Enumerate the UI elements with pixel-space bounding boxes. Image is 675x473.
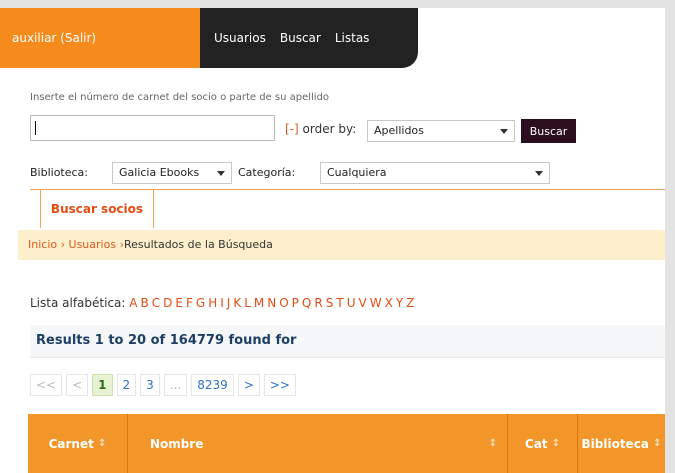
alphabet-letter-z[interactable]: Z bbox=[406, 296, 414, 310]
breadcrumb-inicio[interactable]: Inicio bbox=[28, 238, 57, 251]
biblioteca-select[interactable]: Galicia Ebooks bbox=[112, 162, 232, 184]
breadcrumb-current: Resultados de la Búsqueda bbox=[123, 238, 273, 251]
search-hint: Inserte el número de carnet del socio o … bbox=[30, 92, 330, 103]
alphabet-letter-r[interactable]: R bbox=[314, 296, 322, 310]
column-label: Nombre bbox=[150, 436, 204, 451]
order-by-label: order by: bbox=[302, 122, 357, 136]
chevron-down-icon bbox=[217, 171, 225, 176]
column-header-cat[interactable]: Cat ↕ bbox=[508, 414, 578, 473]
tab-buscar-socios[interactable]: Buscar socios bbox=[40, 189, 154, 228]
page-1-button[interactable]: 1 bbox=[92, 374, 113, 396]
logout-link[interactable]: auxiliar (Salir) bbox=[0, 8, 200, 68]
text-caret bbox=[35, 121, 36, 135]
top-nav: Usuarios Buscar Listas bbox=[200, 8, 369, 68]
top-header: auxiliar (Salir) Usuarios Buscar Listas bbox=[0, 8, 418, 68]
alphabet-letter-d[interactable]: D bbox=[163, 296, 172, 310]
alphabet-letter-x[interactable]: X bbox=[385, 296, 393, 310]
search-button[interactable]: Buscar bbox=[521, 119, 576, 143]
window-frame-top bbox=[0, 0, 675, 8]
page-2-button[interactable]: 2 bbox=[116, 374, 137, 396]
sort-icon: ↕ bbox=[653, 438, 662, 449]
page-ellipsis: ... bbox=[163, 374, 188, 396]
alphabet-letter-p[interactable]: P bbox=[292, 296, 299, 310]
page-3-button[interactable]: 3 bbox=[140, 374, 160, 396]
member-search-input[interactable] bbox=[30, 115, 275, 141]
chevron-down-icon bbox=[500, 129, 508, 134]
sort-icon: ↕ bbox=[551, 438, 561, 449]
alphabet-letter-c[interactable]: C bbox=[152, 296, 160, 310]
categoria-select[interactable]: Cualquiera bbox=[320, 162, 550, 184]
nav-buscar[interactable]: Buscar bbox=[280, 31, 321, 45]
order-by-select[interactable]: Apellidos bbox=[367, 120, 515, 142]
column-label: Biblioteca bbox=[581, 436, 649, 451]
chevron-down-icon bbox=[535, 171, 543, 176]
column-header-nombre[interactable]: Nombre ↕ bbox=[128, 414, 508, 473]
alphabet-letter-q[interactable]: Q bbox=[302, 296, 311, 310]
alphabet-letters: ABCDEFGHIJKLMNOPQRSTUVWXYZ bbox=[129, 296, 417, 310]
results-table-header: Carnet ↕ Nombre ↕ Cat ↕ Biblioteca ↕ bbox=[28, 414, 665, 473]
breadcrumb-separator: › bbox=[60, 238, 66, 251]
window-frame-right bbox=[665, 8, 675, 473]
column-header-carnet[interactable]: Carnet ↕ bbox=[28, 414, 128, 473]
results-summary: Results 1 to 20 of 164779 found for bbox=[30, 325, 665, 358]
alphabet-letter-f[interactable]: F bbox=[186, 296, 193, 310]
alphabet-letter-h[interactable]: H bbox=[208, 296, 217, 310]
results-count-text: Results 1 to 20 of 164779 found for bbox=[36, 333, 297, 348]
pagination: << < 1 2 3 ... 8239 > >> bbox=[30, 374, 300, 396]
tab-bar: Buscar socios bbox=[30, 189, 665, 228]
toggle-options-link[interactable]: [-] bbox=[285, 122, 299, 136]
column-header-biblioteca[interactable]: Biblioteca ↕ bbox=[578, 414, 665, 473]
alphabet-letter-n[interactable]: N bbox=[267, 296, 276, 310]
alphabet-letter-v[interactable]: V bbox=[358, 296, 366, 310]
alphabet-letter-b[interactable]: B bbox=[141, 296, 149, 310]
sort-icon: ↕ bbox=[488, 438, 497, 449]
categoria-label: Categoría: bbox=[238, 166, 296, 179]
categoria-value: Cualquiera bbox=[327, 166, 387, 179]
alphabet-letter-u[interactable]: U bbox=[347, 296, 356, 310]
column-label: Cat bbox=[524, 436, 548, 451]
biblioteca-value: Galicia Ebooks bbox=[119, 166, 200, 179]
alphabet-letter-i[interactable]: I bbox=[220, 296, 224, 310]
alphabet-label: Lista alfabética: bbox=[30, 296, 126, 310]
sort-icon: ↕ bbox=[98, 438, 107, 449]
page-last-button[interactable]: >> bbox=[263, 374, 296, 396]
page-first-button[interactable]: << bbox=[30, 374, 63, 396]
alphabet-letter-o[interactable]: O bbox=[279, 296, 288, 310]
alphabet-letter-k[interactable]: K bbox=[233, 296, 241, 310]
alphabet-letter-j[interactable]: J bbox=[227, 296, 231, 310]
page-next-button[interactable]: > bbox=[237, 374, 260, 396]
breadcrumb-usuarios[interactable]: Usuarios bbox=[69, 238, 117, 251]
alphabet-list: Lista alfabética: ABCDEFGHIJKLMNOPQRSTUV… bbox=[30, 296, 417, 310]
alphabet-letter-t[interactable]: T bbox=[336, 296, 343, 310]
order-by-area: [-] order by: bbox=[285, 122, 356, 136]
breadcrumb: Inicio › Usuarios ›Resultados de la Búsq… bbox=[18, 230, 665, 260]
alphabet-letter-l[interactable]: L bbox=[244, 296, 251, 310]
alphabet-letter-w[interactable]: W bbox=[370, 296, 382, 310]
page-last-number-button[interactable]: 8239 bbox=[191, 374, 234, 396]
biblioteca-label: Biblioteca: bbox=[30, 166, 89, 179]
alphabet-letter-m[interactable]: M bbox=[254, 296, 264, 310]
page-prev-button[interactable]: < bbox=[66, 374, 89, 396]
nav-listas[interactable]: Listas bbox=[335, 31, 370, 45]
nav-usuarios[interactable]: Usuarios bbox=[214, 31, 266, 45]
alphabet-letter-g[interactable]: G bbox=[196, 296, 205, 310]
alphabet-letter-a[interactable]: A bbox=[129, 296, 137, 310]
alphabet-letter-y[interactable]: Y bbox=[396, 296, 403, 310]
column-label: Carnet bbox=[48, 436, 94, 451]
order-by-value: Apellidos bbox=[374, 124, 424, 137]
alphabet-letter-e[interactable]: E bbox=[175, 296, 183, 310]
alphabet-letter-s[interactable]: S bbox=[326, 296, 334, 310]
